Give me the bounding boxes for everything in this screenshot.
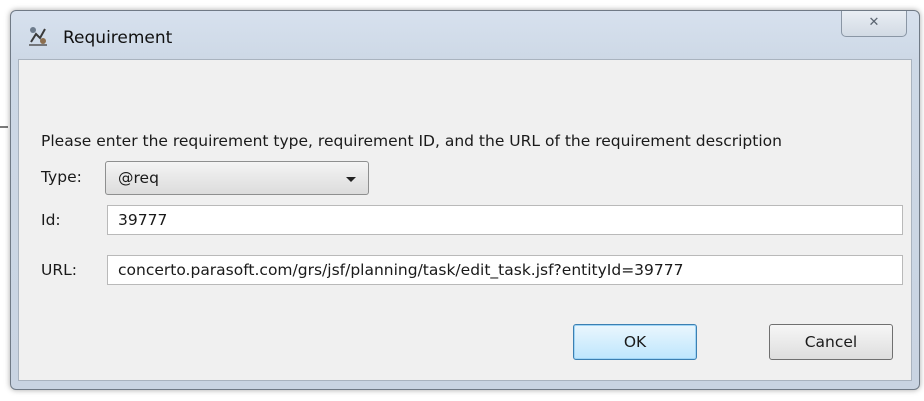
id-label: Id: bbox=[41, 211, 61, 229]
chevron-down-icon bbox=[346, 177, 356, 182]
url-label: URL: bbox=[41, 261, 77, 279]
close-button[interactable]: ✕ bbox=[841, 11, 907, 37]
type-select-value: @req bbox=[118, 169, 159, 187]
type-select[interactable]: @req bbox=[105, 161, 369, 195]
dialog-title: Requirement bbox=[63, 28, 173, 48]
instruction-text: Please enter the requirement type, requi… bbox=[41, 132, 782, 150]
requirement-dialog: Requirement ✕ Please enter the requireme… bbox=[10, 10, 920, 390]
title-bar[interactable]: Requirement ✕ bbox=[11, 11, 919, 59]
id-field[interactable] bbox=[107, 205, 903, 235]
url-field[interactable] bbox=[107, 255, 903, 285]
close-icon: ✕ bbox=[868, 15, 880, 30]
dialog-body: Please enter the requirement type, requi… bbox=[18, 59, 912, 381]
type-label: Type: bbox=[41, 168, 82, 186]
background-mark bbox=[0, 126, 8, 128]
ok-button[interactable]: OK bbox=[573, 324, 697, 360]
requirement-icon bbox=[27, 25, 49, 47]
cancel-button[interactable]: Cancel bbox=[769, 324, 893, 360]
